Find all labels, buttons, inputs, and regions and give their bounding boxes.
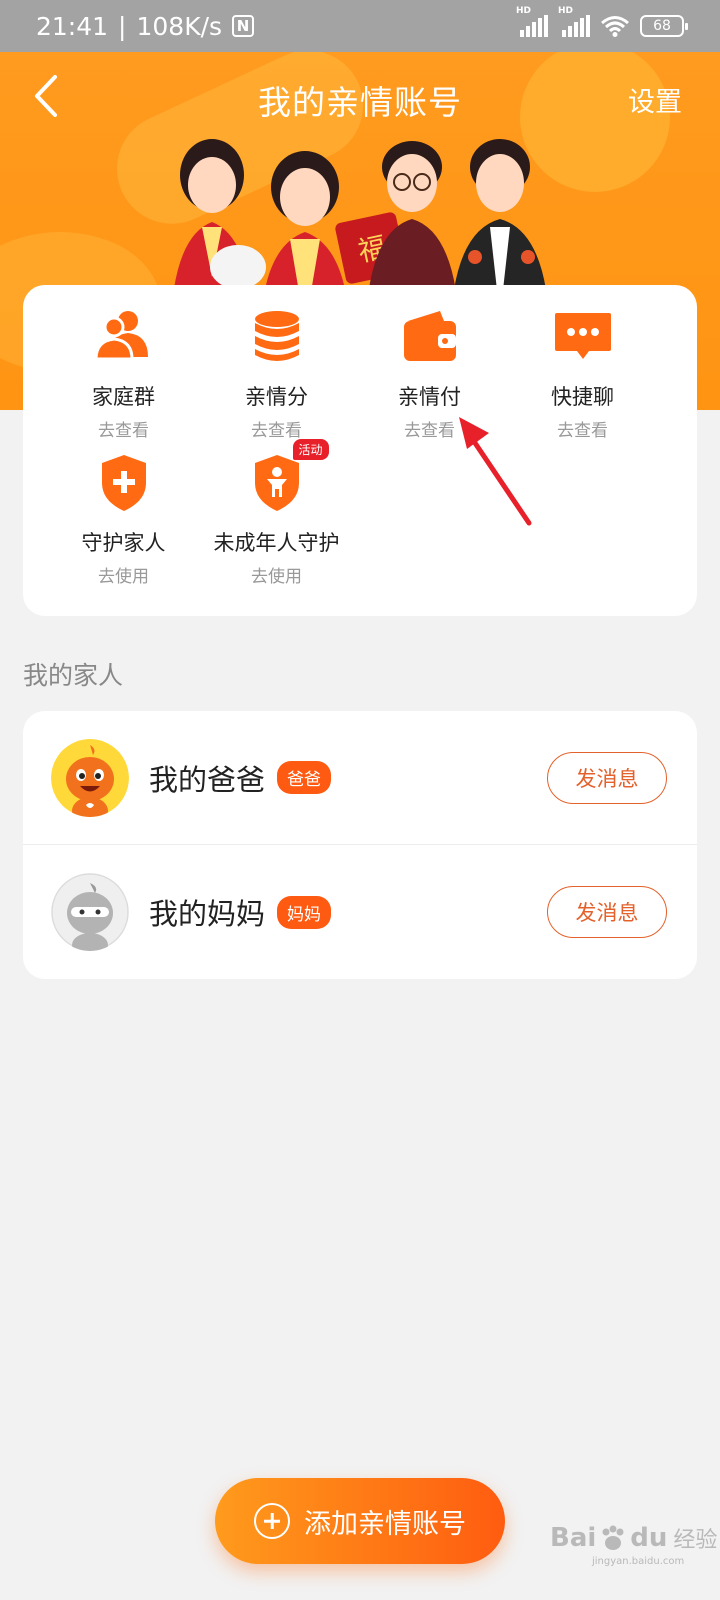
feature-sub: 去查看 [557, 421, 608, 441]
nfc-icon: N [232, 15, 255, 37]
watermark-brand-right: du [630, 1523, 668, 1553]
add-family-account-label: 添加亲情账号 [304, 1508, 466, 1540]
role-badge: 妈妈 [277, 895, 332, 929]
paw-icon [602, 1525, 624, 1550]
feature-minor-guard[interactable]: 活动 未成年人守护 去使用 [199, 433, 354, 587]
avatar [51, 738, 129, 817]
shield-plus-icon [92, 451, 156, 515]
role-badge: 爸爸 [277, 761, 332, 794]
signal-icon-2: HD [558, 6, 590, 37]
status-bar: 21:41 | 108K/s N HD HD 68 [0, 0, 720, 52]
feature-family-pay[interactable]: 亲情付 去查看 [352, 287, 507, 441]
signal-icon: HD [516, 6, 548, 37]
feature-family-group[interactable]: 家庭群 去查看 [46, 287, 201, 441]
signal-hd-label-2: HD [558, 6, 574, 16]
list-item[interactable]: 我的爸爸 爸爸 发消息 [23, 711, 697, 845]
feature-sub: 去使用 [98, 567, 149, 587]
feature-quick-chat[interactable]: 快捷聊 去查看 [505, 287, 660, 441]
feature-label: 亲情付 [398, 385, 461, 409]
status-left: 21:41 | 108K/s N [36, 11, 255, 41]
feature-label: 家庭群 [92, 385, 155, 409]
watermark-url: jingyan.baidu.com [592, 1556, 685, 1567]
status-right: HD HD 68 [516, 6, 688, 37]
plus-circle-icon [254, 1503, 290, 1539]
watermark-cn: 经验 [673, 1528, 718, 1553]
signal-hd-label: HD [516, 6, 532, 16]
status-time: 21:41 [36, 11, 109, 41]
feature-family-score[interactable]: 亲情分 去查看 [199, 287, 354, 441]
battery-icon: 68 [640, 15, 688, 37]
feature-label: 守护家人 [81, 531, 166, 555]
feature-guard-family[interactable]: 守护家人 去使用 [46, 433, 201, 587]
family-list: 我的爸爸 爸爸 发消息 我的妈妈 妈妈 发消息 [23, 711, 697, 979]
watermark-brand-left: Bai [550, 1523, 597, 1553]
send-message-button[interactable]: 发消息 [547, 886, 667, 938]
wifi-icon [601, 16, 629, 37]
wallet-icon [398, 305, 462, 369]
feature-sub: 去使用 [251, 567, 302, 587]
database-stack-icon [245, 305, 309, 369]
red-arrow-annotation [459, 417, 532, 526]
member-name: 我的爸爸 [149, 762, 266, 797]
status-speed: 108K/s [136, 11, 223, 41]
feature-grid: 家庭群 去查看 亲情分 去查看 亲情付 去查看 快捷聊 去查看 守护家人 去使用… [23, 285, 697, 616]
users-icon [92, 305, 156, 369]
add-family-account-button[interactable]: 添加亲情账号 [215, 1478, 505, 1564]
activity-badge: 活动 [292, 439, 329, 460]
send-message-button[interactable]: 发消息 [547, 751, 667, 804]
feature-label: 未成年人守护 [213, 531, 340, 555]
page-title: 我的亲情账号 [258, 83, 462, 122]
shield-child-icon: 活动 [245, 439, 329, 515]
feature-label: 亲情分 [245, 385, 308, 409]
member-name: 我的妈妈 [149, 897, 266, 931]
chat-bubble-icon [551, 305, 615, 369]
feature-sub: 去查看 [404, 421, 455, 441]
settings-button[interactable]: 设置 [628, 80, 682, 119]
avatar [51, 873, 129, 951]
baidu-watermark: Bai du 经验 [550, 1522, 717, 1554]
status-divider: | [118, 11, 127, 41]
family-section-title: 我的家人 [23, 661, 124, 690]
feature-label: 快捷聊 [551, 385, 614, 409]
list-item[interactable]: 我的妈妈 妈妈 发消息 [23, 845, 697, 979]
